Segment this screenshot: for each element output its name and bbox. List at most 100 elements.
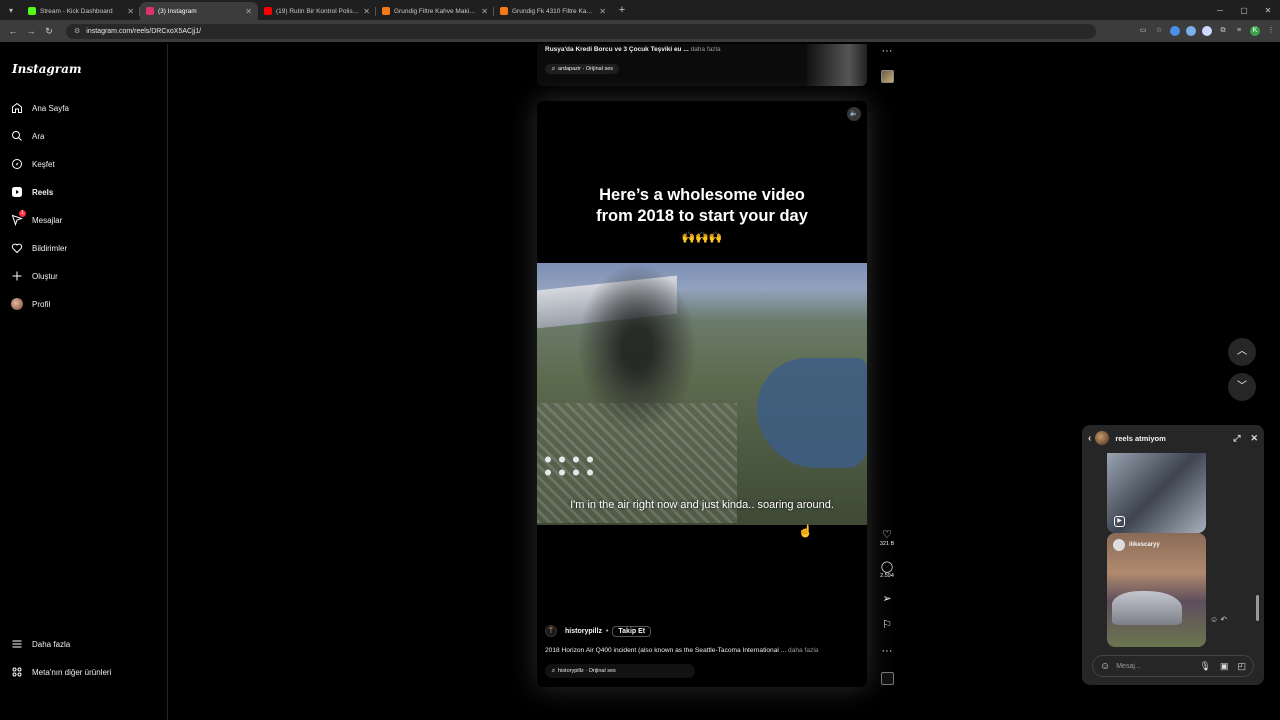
instagram-logo[interactable]: Instagram xyxy=(12,62,82,76)
more-options-icon[interactable]: ··· xyxy=(874,645,900,657)
image-icon[interactable]: ▣ xyxy=(1220,661,1229,672)
sidebar-item-label: Daha fazla xyxy=(32,639,71,649)
sidebar-item-reels[interactable]: Reels xyxy=(10,184,53,200)
browser-tab[interactable]: Grundig Fk 4310 Filtre Kahve M ✕ xyxy=(494,2,612,20)
shared-reel-card[interactable]: ilikescaryy xyxy=(1107,533,1206,647)
sidebar-item-home[interactable]: Ana Sayfa xyxy=(10,100,69,116)
reel-video[interactable]: I'm in the air right now and just kinda.… xyxy=(537,263,867,525)
puzzle-icon[interactable]: ⧉ xyxy=(1218,26,1228,36)
author-avatar[interactable]: ⍑ xyxy=(545,625,557,637)
sidebar-item-messages[interactable]: 1 Mesajlar xyxy=(10,210,63,228)
previous-reel-audio[interactable]: ♬ ardapazir · Orijinal ses xyxy=(545,64,620,74)
previous-reel[interactable]: Rusya'da Kredi Borcu ve 3 Çocuk Teşviki … xyxy=(537,44,867,86)
close-tab-icon[interactable]: ✕ xyxy=(363,7,370,16)
message-input[interactable]: ☺ Mesaj... 🎙 ▣ ◰ xyxy=(1092,655,1254,677)
shop-favicon xyxy=(500,7,508,15)
sidebar-item-label: Reels xyxy=(32,187,54,197)
minimize-icon[interactable]: ─ xyxy=(1208,6,1232,15)
browser-tab[interactable]: Grundig Filtre Kahve Makinesi ✕ xyxy=(376,2,494,20)
extension-icon[interactable] xyxy=(1170,26,1180,36)
url-text: instagram.com/reels/DRCxoX5ACjj1/ xyxy=(86,27,202,35)
instagram-favicon xyxy=(146,7,154,15)
chat-avatar[interactable] xyxy=(1095,431,1110,445)
site-info-icon[interactable]: ⚙ xyxy=(74,27,80,35)
shared-reel-user: ilikescaryy xyxy=(1113,539,1160,551)
youtube-favicon xyxy=(264,7,272,15)
more-link[interactable]: daha fazla xyxy=(691,46,721,53)
tab-search-icon[interactable]: ▾ xyxy=(0,0,22,20)
extension-icon[interactable] xyxy=(1202,26,1212,36)
close-icon[interactable]: ✕ xyxy=(1250,433,1258,444)
more-link[interactable]: daha fazla xyxy=(788,647,818,654)
browser-tabstrip: ▾ Stream - Kick Dashboard ✕ (3) Instagram… xyxy=(0,0,1280,20)
close-tab-icon[interactable]: ✕ xyxy=(245,7,252,16)
emoji-icon[interactable]: ☺ xyxy=(1100,661,1110,672)
sidebar-item-search[interactable]: Ara xyxy=(10,128,44,144)
browser-tab[interactable]: Stream - Kick Dashboard ✕ xyxy=(22,2,140,20)
back-icon[interactable]: ← xyxy=(4,26,22,36)
microphone-icon[interactable]: 🎙 xyxy=(1200,661,1211,672)
previous-reel-button[interactable]: ︿ xyxy=(1228,338,1256,366)
sidebar-item-label: Bildirimler xyxy=(32,243,68,253)
browser-toolbar: ← → ↻ ⚙ instagram.com/reels/DRCxoX5ACjj1… xyxy=(0,20,1280,42)
chat-header: ‹ reels atmiyom ⤢ ✕ xyxy=(1082,425,1264,451)
sidebar-item-label: Mesajlar xyxy=(32,215,63,225)
sidebar-item-explore[interactable]: Keşfet xyxy=(10,156,55,172)
reels-icon xyxy=(10,185,24,199)
message-placeholder: Mesaj... xyxy=(1116,662,1141,670)
cast-icon[interactable]: ▭ xyxy=(1138,26,1148,36)
share-button[interactable]: ➢ xyxy=(874,593,900,605)
close-tab-icon[interactable]: ✕ xyxy=(127,7,134,16)
sidebar-item-meta[interactable]: Meta'nın diğer ürünleri xyxy=(10,664,111,680)
browser-menu-icon[interactable]: ⋮ xyxy=(1266,26,1276,36)
sticker-icon[interactable]: ◰ xyxy=(1237,661,1246,672)
reading-list-icon[interactable]: ≡ xyxy=(1234,26,1244,36)
save-button[interactable]: ⚐ xyxy=(874,619,900,631)
profile-avatar[interactable]: K xyxy=(1250,26,1260,36)
like-button[interactable]: ♡ 321 B xyxy=(874,529,900,547)
reel-audio[interactable]: ♬ historypillz · Orijinal ses xyxy=(545,664,695,678)
chevron-left-icon[interactable]: ‹ xyxy=(1088,433,1091,444)
sidebar-item-more[interactable]: Daha fazla xyxy=(10,636,70,652)
shared-reel-card[interactable]: ▶ xyxy=(1107,453,1206,533)
maximize-icon[interactable]: ▢ xyxy=(1232,6,1256,15)
forward-icon[interactable]: → xyxy=(22,26,40,36)
comment-button[interactable]: ◯ 2.594 xyxy=(874,561,900,579)
close-window-icon[interactable]: ✕ xyxy=(1256,6,1280,15)
follow-button[interactable]: Takip Et xyxy=(612,625,652,637)
meta-products-icon xyxy=(10,665,24,679)
reel-player[interactable]: 🔈 Here’s a wholesome video from 2018 to … xyxy=(537,101,867,687)
emoji-react-icon[interactable]: ☺ xyxy=(1210,615,1218,624)
heart-icon xyxy=(10,241,24,255)
chat-title[interactable]: reels atmiyom xyxy=(1115,434,1165,443)
reload-icon[interactable]: ↻ xyxy=(40,26,58,37)
previous-reel-video xyxy=(807,44,867,86)
extension-icon[interactable] xyxy=(1186,26,1196,36)
sidebar-item-label: Meta'nın diğer ürünleri xyxy=(32,667,112,677)
sidebar-item-notifications[interactable]: Bildirimler xyxy=(10,240,67,256)
address-bar[interactable]: ⚙ instagram.com/reels/DRCxoX5ACjj1/ xyxy=(66,23,1096,39)
messages-icon: 1 xyxy=(10,210,26,227)
expand-icon[interactable]: ⤢ xyxy=(1233,433,1240,444)
audio-thumbnail[interactable] xyxy=(881,70,894,83)
sidebar-item-create[interactable]: Oluştur xyxy=(10,268,58,284)
sidebar-item-profile[interactable]: Profil xyxy=(10,296,50,312)
browser-tab[interactable]: (19) Rutin Bir Kontrol Polislerin ✕ xyxy=(258,2,376,20)
mouse-cursor-icon: ☝ xyxy=(798,524,813,538)
browser-tab-active[interactable]: (3) Instagram ✕ xyxy=(140,2,258,20)
mute-icon[interactable]: 🔈 xyxy=(847,107,861,121)
next-reel-button[interactable]: ﹀ xyxy=(1228,373,1256,401)
close-tab-icon[interactable]: ✕ xyxy=(481,7,488,16)
reply-icon[interactable]: ↶ xyxy=(1220,615,1227,624)
author-username[interactable]: historypillz xyxy=(565,628,602,635)
close-tab-icon[interactable]: ✕ xyxy=(599,7,606,16)
chat-scrollbar[interactable] xyxy=(1256,455,1259,643)
more-options-icon[interactable]: ··· xyxy=(874,45,900,57)
propeller xyxy=(577,263,697,433)
sidebar-item-label: Profil xyxy=(32,299,51,309)
heart-icon: ♡ xyxy=(882,529,892,541)
new-tab-icon[interactable]: + xyxy=(612,4,632,16)
bookmark-star-icon[interactable]: ☆ xyxy=(1154,26,1164,36)
bookmark-icon: ⚐ xyxy=(882,619,892,631)
audio-thumbnail[interactable] xyxy=(881,672,894,685)
